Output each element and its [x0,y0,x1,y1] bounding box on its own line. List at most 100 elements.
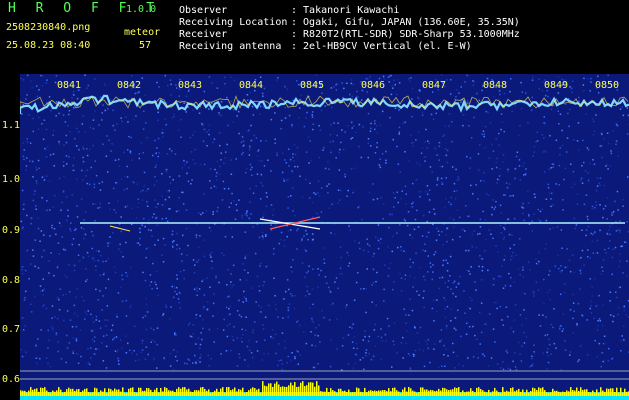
level-bar [482,390,484,396]
level-bar [456,388,458,396]
level-bar [578,390,580,396]
level-bar [210,392,212,396]
level-bar [538,387,540,396]
level-bar [350,392,352,396]
level-bar [556,390,558,396]
level-bar [70,388,72,396]
level-bar [224,392,226,396]
spectrogram-canvas [20,74,629,400]
category-label: meteor [124,27,161,38]
level-bar [618,392,620,396]
level-bar [430,389,432,396]
level-bar [418,392,420,396]
level-bar [256,389,258,396]
level-bar [138,387,140,396]
level-bar [596,389,598,396]
x-label-0841: 0841 [57,80,82,91]
level-bar [624,388,626,396]
level-bar [272,386,274,396]
level-bar [270,383,272,396]
level-bar [550,392,552,396]
level-bar [22,390,24,396]
level-bar [454,387,456,396]
level-bar [452,389,454,396]
level-bar [322,391,324,396]
level-bar [86,388,88,396]
level-bar [96,388,98,396]
level-bar [78,389,80,396]
level-bar [48,392,50,396]
level-bar [362,392,364,396]
level-bar [298,386,300,396]
top-band-trace [20,94,629,114]
level-bar [266,386,268,396]
level-bar [120,391,122,396]
level-bar [196,390,198,396]
level-bar [394,387,396,396]
level-bar [200,387,202,396]
level-bar [116,389,118,396]
level-bar [150,389,152,396]
level-bar [44,387,46,396]
level-bar [488,389,490,396]
level-bar [386,391,388,396]
level-bar [370,390,372,396]
level-bar [262,381,264,396]
y-label-0-7: 0.7 [2,324,21,335]
level-bar [188,388,190,396]
level-bar [164,387,166,396]
level-bar [442,387,444,396]
level-bar [416,392,418,396]
level-bar [620,387,622,396]
level-bar [592,390,594,396]
level-bar [572,390,574,396]
level-bar [166,388,168,396]
level-bar [66,389,68,396]
level-bar [204,388,206,396]
level-bar [598,393,600,396]
level-bar [500,392,502,396]
info-label-antenna: Receiving antenna [179,41,282,52]
level-bar [226,387,228,396]
level-bar [308,382,310,396]
meteor-burst-c [109,225,131,232]
level-bar [346,392,348,396]
level-bar [358,388,360,396]
info-label-location: Receiving Location [179,17,288,28]
level-bar [156,387,158,396]
level-bar [354,392,356,396]
level-bar [186,389,188,396]
level-bar [508,391,510,396]
level-bar [414,391,416,396]
level-bar [140,387,142,396]
level-bar [276,381,278,396]
level-bar [334,391,336,396]
level-bar [248,390,250,396]
level-bar [316,381,318,396]
level-bar [110,389,112,396]
level-bar [232,389,234,396]
level-bar [524,392,526,396]
level-bar [548,392,550,396]
level-bar [234,387,236,396]
level-bar [518,388,520,396]
level-bar [608,388,610,396]
level-bar [192,392,194,396]
level-bar [158,392,160,396]
y-label-0-6: 0.6 [2,374,21,385]
level-bar [612,388,614,396]
level-bar [278,384,280,396]
level-bar [214,390,216,396]
info-value-observer: : Takanori Kawachi [291,5,400,16]
level-bar [486,392,488,396]
level-bar [206,390,208,396]
info-label-receiver: Receiver [179,29,228,40]
level-bar [84,388,86,396]
level-bar [128,388,130,396]
level-bar [570,387,572,396]
level-bar [540,388,542,396]
level-bar [530,391,532,396]
level-bar [438,388,440,396]
level-bar [24,390,26,396]
level-bar [590,392,592,396]
